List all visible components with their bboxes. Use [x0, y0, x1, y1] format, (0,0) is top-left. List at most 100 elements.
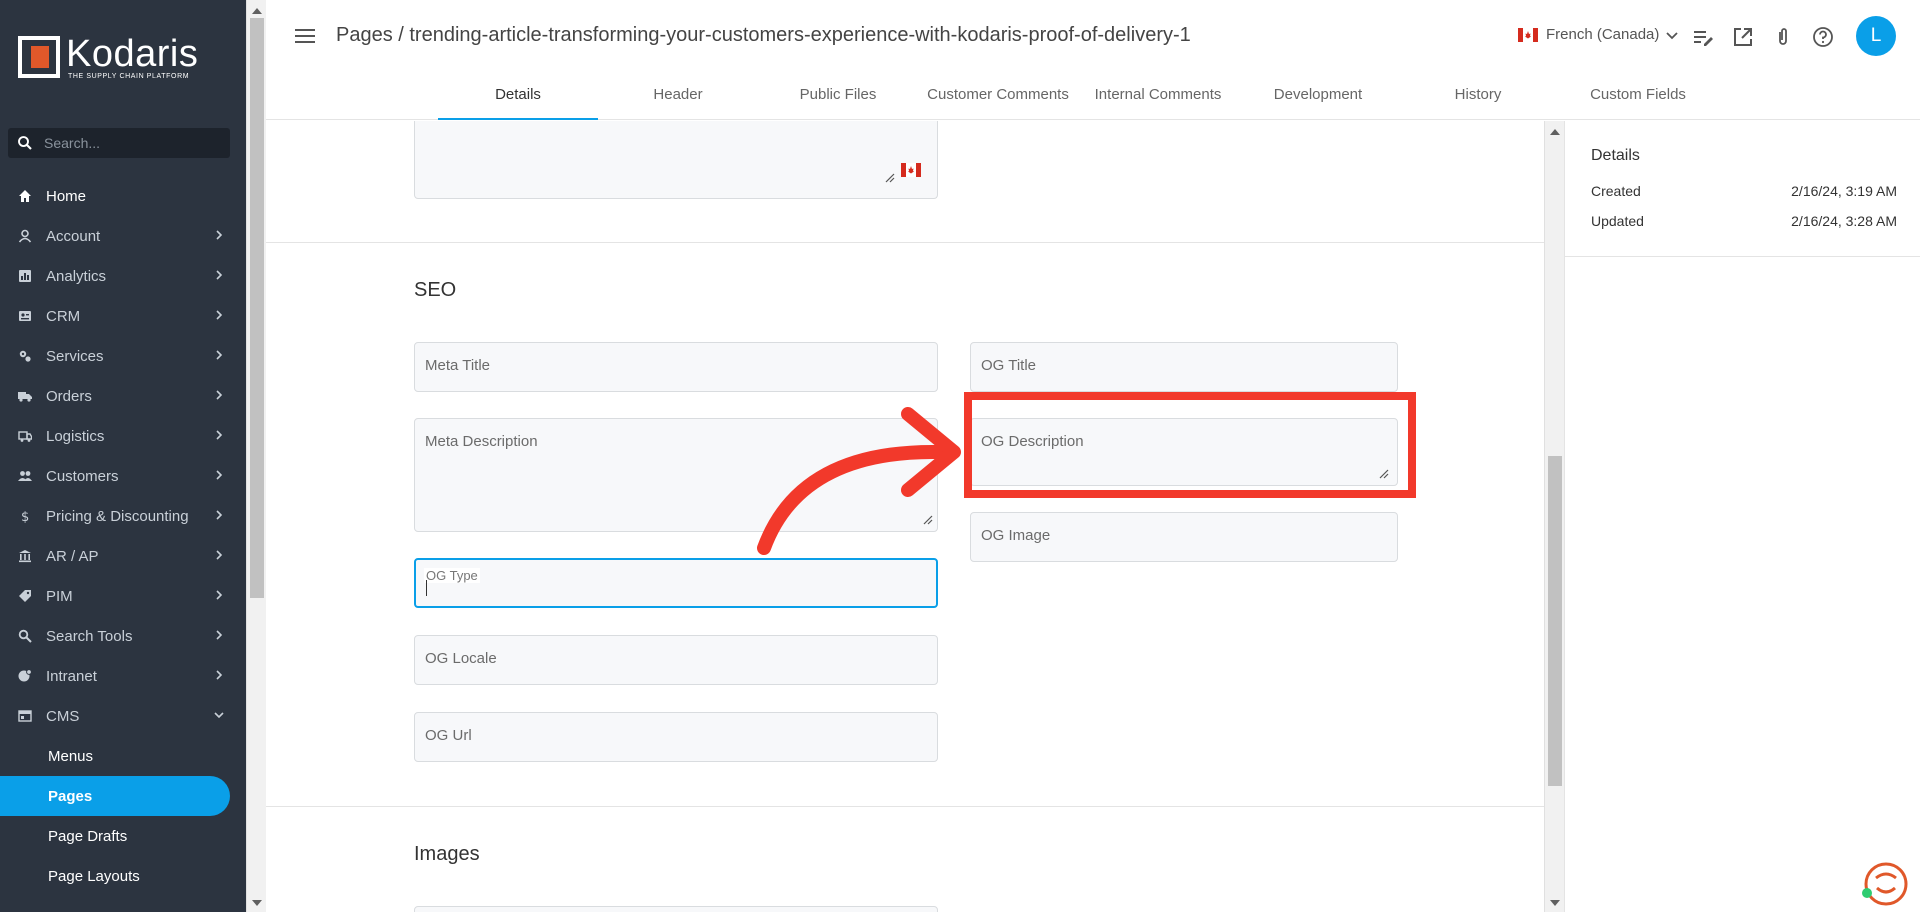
- updated-label: Updated: [1591, 213, 1644, 229]
- scroll-up-icon[interactable]: [1550, 129, 1560, 135]
- og-type-field[interactable]: OG Type: [414, 558, 938, 608]
- image-field[interactable]: [414, 906, 938, 912]
- kodaris-logo[interactable]: Kodaris THE SUPPLY CHAIN PLATFORM: [18, 33, 199, 80]
- og-url-input[interactable]: [425, 727, 895, 744]
- chat-support-icon[interactable]: [1860, 860, 1908, 908]
- sidebar-item-label: Intranet: [46, 667, 97, 685]
- user-avatar[interactable]: L: [1856, 16, 1896, 56]
- logo-name: Kodaris: [66, 33, 199, 75]
- services-icon: [19, 350, 31, 362]
- account-icon: [18, 229, 32, 243]
- tab-public-files[interactable]: Public Files: [758, 78, 918, 120]
- search-input[interactable]: [44, 135, 224, 151]
- sidebar-item-label: Home: [46, 187, 87, 205]
- dollar-icon: $: [21, 510, 29, 523]
- sidebar-item-account[interactable]: Account: [0, 216, 246, 256]
- chevron-right-icon: [216, 510, 223, 520]
- help-icon[interactable]: [1812, 26, 1834, 48]
- scrollbar-thumb[interactable]: [250, 18, 264, 598]
- sidebar-item-ar-ap[interactable]: AR / AP: [0, 536, 246, 576]
- sidebar-subitem-menus[interactable]: Menus: [0, 736, 246, 776]
- sidebar: Kodaris THE SUPPLY CHAIN PLATFORM Home A…: [0, 0, 246, 912]
- svg-text:$: $: [21, 510, 29, 523]
- chevron-down-icon: [214, 712, 224, 719]
- text-cursor: [426, 580, 427, 596]
- tab-header[interactable]: Header: [598, 78, 758, 120]
- sidebar-search: [8, 128, 230, 158]
- content-scrollbar[interactable]: [1544, 121, 1564, 912]
- cms-icon: [18, 710, 32, 722]
- tab-custom-fields[interactable]: Custom Fields: [1558, 78, 1718, 120]
- tab-details[interactable]: Details: [438, 78, 598, 120]
- meta-title-input[interactable]: [425, 357, 895, 374]
- updated-row: Updated 2/16/24, 3:28 AM: [1591, 213, 1897, 229]
- chevron-right-icon: [216, 590, 223, 600]
- section-divider: [266, 242, 1544, 243]
- canada-flag-icon: [1518, 27, 1538, 42]
- og-locale-input[interactable]: [425, 650, 895, 667]
- sidebar-item-services[interactable]: Services: [0, 336, 246, 376]
- content-textarea[interactable]: [414, 121, 938, 199]
- chevron-right-icon: [216, 470, 223, 480]
- chevron-right-icon: [216, 430, 223, 440]
- sidebar-nav: Home Account Analytics CRM Services Orde…: [0, 176, 246, 896]
- search-icon: [18, 136, 32, 150]
- analytics-icon: [19, 270, 31, 282]
- sidebar-item-label: Account: [46, 227, 101, 245]
- details-panel: Details Created 2/16/24, 3:19 AM Updated…: [1564, 121, 1920, 912]
- language-selector[interactable]: French (Canada): [1518, 26, 1679, 43]
- scroll-up-icon[interactable]: [252, 8, 262, 14]
- og-title-field[interactable]: [970, 342, 1398, 392]
- hamburger-menu-icon[interactable]: [294, 26, 316, 46]
- sidebar-item-label: PIM: [46, 587, 73, 605]
- tab-internal-comments[interactable]: Internal Comments: [1078, 78, 1238, 120]
- og-title-input[interactable]: [981, 357, 1365, 374]
- chevron-down-icon: [1666, 31, 1679, 39]
- updated-value: 2/16/24, 3:28 AM: [1791, 213, 1897, 229]
- sidebar-item-home[interactable]: Home: [0, 176, 246, 216]
- tab-development[interactable]: Development: [1238, 78, 1398, 120]
- sidebar-item-intranet[interactable]: Intranet: [0, 656, 246, 696]
- sidebar-subitem-page-drafts[interactable]: Page Drafts: [0, 816, 246, 856]
- annotation-arrow-icon: [757, 407, 961, 555]
- tab-customer-comments[interactable]: Customer Comments: [918, 78, 1078, 120]
- bank-icon: [19, 550, 31, 563]
- og-url-field[interactable]: [414, 712, 938, 762]
- sidebar-item-customers[interactable]: Customers: [0, 456, 246, 496]
- edit-list-icon[interactable]: [1692, 26, 1714, 48]
- sidebar-scrollbar[interactable]: [246, 0, 266, 912]
- meta-title-field[interactable]: [414, 342, 938, 392]
- sidebar-subitem-pages[interactable]: Pages: [0, 776, 230, 816]
- crm-icon: [19, 311, 31, 321]
- logistics-icon: [18, 431, 32, 442]
- og-locale-field[interactable]: [414, 635, 938, 685]
- tab-history[interactable]: History: [1398, 78, 1558, 120]
- sidebar-item-cms[interactable]: CMS: [0, 696, 246, 736]
- breadcrumb: Pages / trending-article-transforming-yo…: [336, 24, 1191, 46]
- sidebar-item-pim[interactable]: PIM: [0, 576, 246, 616]
- sidebar-item-logistics[interactable]: Logistics: [0, 416, 246, 456]
- images-section-title: Images: [414, 843, 480, 865]
- og-image-field[interactable]: [970, 512, 1398, 562]
- sidebar-item-analytics[interactable]: Analytics: [0, 256, 246, 296]
- chevron-right-icon: [216, 310, 223, 320]
- attachment-icon[interactable]: [1772, 26, 1794, 48]
- intranet-icon: [18, 669, 32, 682]
- sidebar-item-crm[interactable]: CRM: [0, 296, 246, 336]
- created-value: 2/16/24, 3:19 AM: [1791, 183, 1897, 199]
- annotation-highlight-box: [964, 392, 1416, 498]
- scroll-down-icon[interactable]: [1550, 900, 1560, 906]
- scrollbar-thumb[interactable]: [1548, 456, 1562, 786]
- chevron-right-icon: [216, 630, 223, 640]
- sidebar-subitem-page-layouts[interactable]: Page Layouts: [0, 856, 246, 896]
- open-external-icon[interactable]: [1732, 26, 1754, 48]
- og-image-input[interactable]: [981, 527, 1365, 544]
- language-label: French (Canada): [1546, 26, 1660, 43]
- home-icon: [19, 190, 31, 202]
- sidebar-item-pricing[interactable]: $ Pricing & Discounting: [0, 496, 246, 536]
- resize-handle-icon[interactable]: [885, 173, 895, 183]
- tag-icon: [19, 590, 31, 602]
- sidebar-item-search-tools[interactable]: Search Tools: [0, 616, 246, 656]
- sidebar-item-orders[interactable]: Orders: [0, 376, 246, 416]
- scroll-down-icon[interactable]: [252, 900, 262, 906]
